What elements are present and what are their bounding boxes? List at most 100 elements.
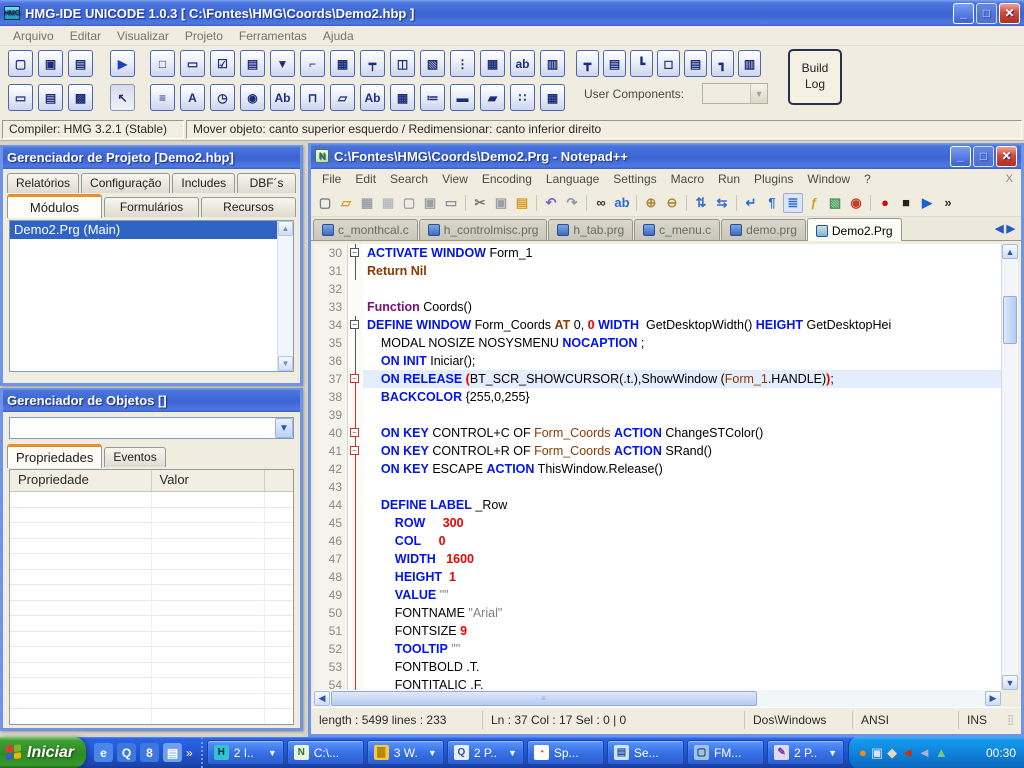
remote-desktop-icon[interactable]: ▣ xyxy=(871,746,883,759)
avast-icon[interactable]: ● xyxy=(859,746,867,759)
button-control-button[interactable]: □ xyxy=(150,50,175,77)
volume-icon[interactable]: ◄ xyxy=(918,746,931,759)
new-project-button[interactable]: ▢ xyxy=(8,50,33,77)
macro-play-icon[interactable]: ▶ xyxy=(917,193,937,213)
fold-collapse-icon[interactable]: − xyxy=(350,320,359,329)
fold-collapse-icon[interactable]: − xyxy=(350,446,359,455)
vscroll-thumb[interactable] xyxy=(1003,296,1017,344)
scroll-down-icon[interactable]: ▼ xyxy=(278,356,293,371)
object-manager-titlebar[interactable]: Gerenciador de Objetos [] xyxy=(3,388,300,412)
menu-item-run[interactable]: Run xyxy=(711,171,747,187)
save-file-icon[interactable]: ▦ xyxy=(357,193,377,213)
code-line-51[interactable]: 51 FONTSIZE 9 xyxy=(314,622,1001,640)
tab-configuração[interactable]: Configuração xyxy=(81,173,170,193)
sync-scroll-h-icon[interactable]: ⇆ xyxy=(712,193,732,213)
scroll-up-icon[interactable]: ▲ xyxy=(1002,244,1018,259)
editor-hscrollbar[interactable]: ◀ ≡ ▶ xyxy=(314,690,1001,707)
doc-tab-h_controlmisc.prg[interactable]: h_controlmisc.prg xyxy=(419,219,548,240)
hmg-ide-titlebar[interactable]: HMG HMG-IDE UNICODE 1.0.3 [ C:\Fontes\HM… xyxy=(0,0,1024,26)
tab-propriedades[interactable]: Propriedades xyxy=(7,444,102,468)
close-button[interactable]: ✕ xyxy=(996,146,1017,167)
editbox-control-button[interactable]: ▭ xyxy=(180,50,205,77)
task-notepadpp[interactable]: NC:\... xyxy=(287,740,364,765)
combobox-control-button[interactable]: ▼ xyxy=(270,50,295,77)
window-form-button[interactable]: ▭ xyxy=(8,84,33,111)
replace-icon[interactable]: ab xyxy=(612,193,632,213)
code-line-31[interactable]: 31Return Nil xyxy=(314,262,1001,280)
code-line-34[interactable]: 34−DEFINE WINDOW Form_Coords AT 0, 0 WID… xyxy=(314,316,1001,334)
menu-item-arquivo[interactable]: Arquivo xyxy=(6,28,61,44)
user-components-combo[interactable]: ▼ xyxy=(702,83,768,104)
menu-item-window[interactable]: Window xyxy=(800,171,857,187)
minimize-button[interactable]: _ xyxy=(953,3,974,24)
frame-control-button[interactable]: ∷ xyxy=(510,84,535,111)
macro-record-icon[interactable]: ● xyxy=(875,193,895,213)
fold-collapse-icon[interactable]: − xyxy=(350,428,359,437)
task-chrome[interactable]: ◔Sp... xyxy=(527,740,604,765)
scroll-right-icon[interactable]: ▶ xyxy=(985,691,1001,706)
task-fm[interactable]: ▢FM... xyxy=(687,740,764,765)
code-line-30[interactable]: 30−ACTIVATE WINDOW Form_1 xyxy=(314,244,1001,262)
show-all-chars-icon[interactable]: ¶ xyxy=(762,193,782,213)
code-line-37[interactable]: 37− ON RELEASE (BT_SCR_SHOWCURSOR(.t.),S… xyxy=(314,370,1001,388)
menu-item-ferramentas[interactable]: Ferramentas xyxy=(232,28,314,44)
menu-item-view[interactable]: View xyxy=(435,171,475,187)
task-hmg-ide-group[interactable]: H2 I..▼ xyxy=(207,740,284,765)
doc-tab-demo2.prg[interactable]: Demo2.Prg xyxy=(807,218,902,241)
code-line-49[interactable]: 49 VALUE "" xyxy=(314,586,1001,604)
google-icon[interactable]: 8 xyxy=(140,743,159,762)
checklist-control-button[interactable]: ≔ xyxy=(420,84,445,111)
code-line-36[interactable]: 36 ON INIT Iniciar(); xyxy=(314,352,1001,370)
code-line-33[interactable]: 33Function Coords() xyxy=(314,298,1001,316)
ie-icon[interactable]: e xyxy=(94,743,113,762)
player-control-button[interactable]: ▰ xyxy=(480,84,505,111)
maximize-button[interactable]: □ xyxy=(976,3,997,24)
animation-control-button[interactable]: ▱ xyxy=(330,84,355,111)
maximize-button[interactable]: □ xyxy=(973,146,994,167)
menu-item-language[interactable]: Language xyxy=(539,171,606,187)
resource-grid-button[interactable]: ▩ xyxy=(68,84,93,111)
project-manager-titlebar[interactable]: Gerenciador de Projeto [Demo2.hbp] xyxy=(3,145,300,169)
grid-header-propriedade[interactable]: Propriedade xyxy=(10,470,152,491)
task-explorer-group[interactable]: ▇3 W.▼ xyxy=(367,740,444,765)
code-line-44[interactable]: 44 DEFINE LABEL _Row xyxy=(314,496,1001,514)
listbox-control-button[interactable]: ▤ xyxy=(240,50,265,77)
toolbar-control-button[interactable]: ┯ xyxy=(360,50,385,77)
editor-vscrollbar[interactable]: ▲ ▼ xyxy=(1001,244,1018,690)
notes-icon[interactable]: ▤ xyxy=(163,743,182,762)
tab-relatórios[interactable]: Relatórios xyxy=(7,173,79,193)
columns-layout-button[interactable]: ▥ xyxy=(738,50,761,77)
library-books-button[interactable]: ≡ xyxy=(150,84,175,111)
menu-item-visualizar[interactable]: Visualizar xyxy=(110,28,176,44)
spinner-control-button[interactable]: ⌐ xyxy=(300,50,325,77)
list-item[interactable]: Demo2.Prg (Main) xyxy=(10,221,293,239)
code-line-41[interactable]: 41− ON KEY CONTROL+R OF Form_Coords ACTI… xyxy=(314,442,1001,460)
usb-eject-icon[interactable]: ▲ xyxy=(935,746,948,759)
doc-tab-c_monthcal.c[interactable]: c_monthcal.c xyxy=(313,219,418,240)
doc-close-icon[interactable]: X xyxy=(1006,173,1017,185)
tab-scroll-right-icon[interactable]: ▶ xyxy=(1007,222,1015,235)
tab-recursos[interactable]: Recursos xyxy=(201,197,296,217)
modules-scrollbar[interactable]: ▲ ▼ xyxy=(277,221,293,371)
sync-scroll-v-icon[interactable]: ⇅ xyxy=(691,193,711,213)
textbox-ab-control-button[interactable]: Ab xyxy=(270,84,295,111)
doc-tab-h_tab.prg[interactable]: h_tab.prg xyxy=(548,219,633,240)
menu-item-ajuda[interactable]: Ajuda xyxy=(316,28,361,44)
hyperlink-control-button[interactable]: Ab xyxy=(360,84,385,111)
macro-stop-icon[interactable]: ■ xyxy=(896,193,916,213)
close-button[interactable]: ✕ xyxy=(999,3,1020,24)
modules-listbox[interactable]: Demo2.Prg (Main) ▲ ▼ xyxy=(9,220,294,372)
doc-map-icon[interactable]: ▧ xyxy=(825,193,845,213)
align-bottom-button[interactable]: ┗ xyxy=(630,50,653,77)
tab-control-button[interactable]: ⊓ xyxy=(300,84,325,111)
zoom-in-icon[interactable]: ⊕ xyxy=(641,193,661,213)
code-line-35[interactable]: 35 MODAL NOSIZE NOSYSMENU NOCAPTION ; xyxy=(314,334,1001,352)
code-editor[interactable]: 30−ACTIVATE WINDOW Form_131Return Nil323… xyxy=(314,244,1001,690)
code-line-47[interactable]: 47 WIDTH 1600 xyxy=(314,550,1001,568)
task-notepad[interactable]: ▤Se... xyxy=(607,740,684,765)
doc-tab-c_menu.c[interactable]: c_menu.c xyxy=(634,219,720,240)
tab-scroll-left-icon[interactable]: ◀ xyxy=(995,222,1003,235)
slider-control-button[interactable]: ▬ xyxy=(450,84,475,111)
undo-icon[interactable]: ↶ xyxy=(541,193,561,213)
menu-item-edit[interactable]: Edit xyxy=(348,171,383,187)
